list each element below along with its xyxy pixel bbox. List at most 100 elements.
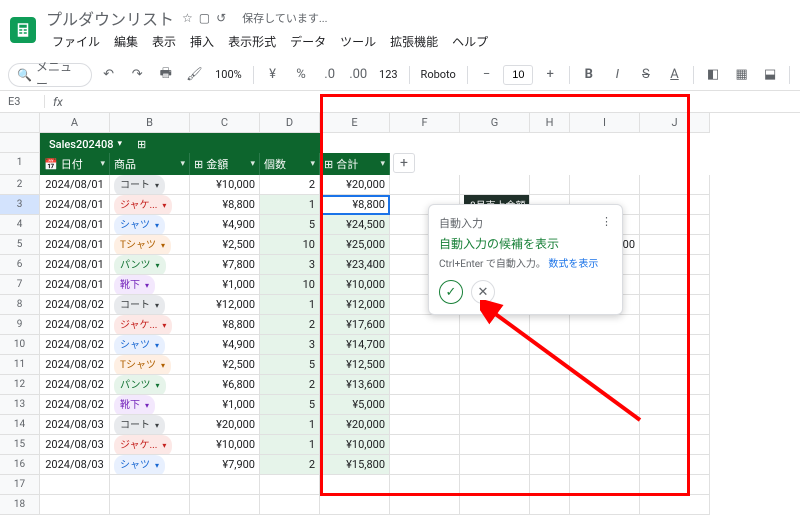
cell[interactable] <box>390 355 460 375</box>
cell[interactable] <box>460 415 530 435</box>
cell[interactable] <box>110 475 190 495</box>
product-chip[interactable]: Tシャツ <box>114 235 171 255</box>
percent-button[interactable]: % <box>289 63 313 87</box>
product-chip[interactable]: シャツ <box>114 215 165 235</box>
product-chip[interactable]: 靴下 <box>114 275 155 295</box>
menu-item[interactable]: 表示形式 <box>222 30 282 53</box>
product-chip[interactable]: パンツ <box>114 255 166 275</box>
cell-product[interactable]: パンツ <box>110 255 190 275</box>
currency-button[interactable]: ¥ <box>261 63 285 87</box>
redo-button[interactable]: ↷ <box>125 63 149 87</box>
row-header[interactable]: 14 <box>0 415 40 435</box>
cell[interactable] <box>40 475 110 495</box>
row-header[interactable]: 7 <box>0 275 40 295</box>
cell-amount[interactable]: ¥1,000 <box>190 275 260 295</box>
cell-amount[interactable]: ¥7,900 <box>190 455 260 475</box>
cell[interactable] <box>390 475 460 495</box>
row-header[interactable] <box>0 133 40 153</box>
select-all-corner[interactable] <box>0 113 40 133</box>
menu-item[interactable]: ヘルプ <box>446 30 494 53</box>
merge-button[interactable]: ⬓ <box>758 63 782 87</box>
menu-item[interactable]: ツール <box>334 30 382 53</box>
cell[interactable] <box>570 415 640 435</box>
cell-amount[interactable]: ¥1,000 <box>190 395 260 415</box>
row-header[interactable]: 16 <box>0 455 40 475</box>
cell-date[interactable]: 2024/08/01 <box>40 195 110 215</box>
product-chip[interactable]: ジャケ... <box>114 315 172 335</box>
row-header[interactable]: 12 <box>0 375 40 395</box>
text-color-button[interactable]: A <box>663 63 687 87</box>
cell[interactable] <box>40 495 110 515</box>
cell-product[interactable]: パンツ <box>110 375 190 395</box>
cell[interactable] <box>570 355 640 375</box>
cell-date[interactable]: 2024/08/02 <box>40 355 110 375</box>
cell-product[interactable]: シャツ <box>110 335 190 355</box>
menu-item[interactable]: 拡張機能 <box>384 30 444 53</box>
folder-icon[interactable]: ▢ <box>199 11 210 25</box>
cell-amount[interactable]: ¥4,900 <box>190 215 260 235</box>
table-column-qty[interactable]: 個数▾ <box>260 153 320 175</box>
cell-product[interactable]: コート <box>110 175 190 195</box>
cell-date[interactable]: 2024/08/02 <box>40 335 110 355</box>
cell-qty[interactable]: 10 <box>260 275 320 295</box>
cell-qty[interactable]: 1 <box>260 195 320 215</box>
menu-item[interactable]: 表示 <box>146 30 182 53</box>
product-chip[interactable]: コート <box>114 175 165 195</box>
cell[interactable] <box>640 455 710 475</box>
cell[interactable] <box>460 455 530 475</box>
cell[interactable] <box>640 295 710 315</box>
cell-qty[interactable]: 1 <box>260 415 320 435</box>
cell[interactable] <box>260 475 320 495</box>
row-header[interactable]: 13 <box>0 395 40 415</box>
cell[interactable] <box>260 495 320 515</box>
autofill-accept-button[interactable]: ✓ <box>439 280 463 304</box>
name-box[interactable]: E3 <box>0 95 45 108</box>
doc-title[interactable]: プルダウンリスト <box>46 6 174 30</box>
autofill-reject-button[interactable]: ✕ <box>471 280 495 304</box>
cell-date[interactable]: 2024/08/01 <box>40 235 110 255</box>
cell-total[interactable]: ¥10,000 <box>320 435 390 455</box>
popup-more-icon[interactable]: ⋮ <box>601 215 612 231</box>
col-header[interactable]: B <box>110 113 190 133</box>
cell[interactable] <box>640 255 710 275</box>
cell[interactable] <box>460 335 530 355</box>
col-header[interactable]: G <box>460 113 530 133</box>
undo-button[interactable]: ↶ <box>97 63 121 87</box>
col-header[interactable]: J <box>640 113 710 133</box>
cell[interactable] <box>460 175 530 195</box>
product-chip[interactable]: パンツ <box>114 375 166 395</box>
search-menu-button[interactable]: 🔍メニュー <box>8 63 92 87</box>
cell[interactable] <box>390 375 460 395</box>
cell-product[interactable]: Tシャツ <box>110 235 190 255</box>
product-chip[interactable]: コート <box>114 295 165 315</box>
cell[interactable] <box>190 475 260 495</box>
cell-total[interactable]: ¥17,600 <box>320 315 390 335</box>
col-header[interactable]: C <box>190 113 260 133</box>
cell-qty[interactable]: 10 <box>260 235 320 255</box>
product-chip[interactable]: シャツ <box>114 335 165 355</box>
cell-total[interactable]: ¥10,000 <box>320 275 390 295</box>
col-header[interactable]: E <box>320 113 390 133</box>
cell[interactable] <box>460 375 530 395</box>
cell[interactable] <box>390 175 460 195</box>
cell-qty[interactable]: 5 <box>260 215 320 235</box>
cell[interactable] <box>640 215 710 235</box>
cell-amount[interactable]: ¥10,000 <box>190 435 260 455</box>
cell[interactable] <box>570 375 640 395</box>
row-header[interactable]: 3 <box>0 195 40 215</box>
cell[interactable] <box>390 435 460 455</box>
product-chip[interactable]: ジャケ... <box>114 195 172 215</box>
cell-total[interactable]: ¥12,500 <box>320 355 390 375</box>
cell[interactable] <box>570 335 640 355</box>
cell[interactable] <box>570 315 640 335</box>
product-chip[interactable]: Tシャツ <box>114 355 171 375</box>
cell-product[interactable]: シャツ <box>110 455 190 475</box>
row-header[interactable]: 11 <box>0 355 40 375</box>
cell-total[interactable]: ¥20,000 <box>320 415 390 435</box>
menu-item[interactable]: データ <box>284 30 332 53</box>
cell-product[interactable]: ジャケ... <box>110 435 190 455</box>
strike-button[interactable]: S <box>634 63 658 87</box>
number-format-select[interactable]: 123 <box>375 66 402 83</box>
row-header[interactable]: 18 <box>0 495 40 515</box>
row-header[interactable]: 2 <box>0 175 40 195</box>
